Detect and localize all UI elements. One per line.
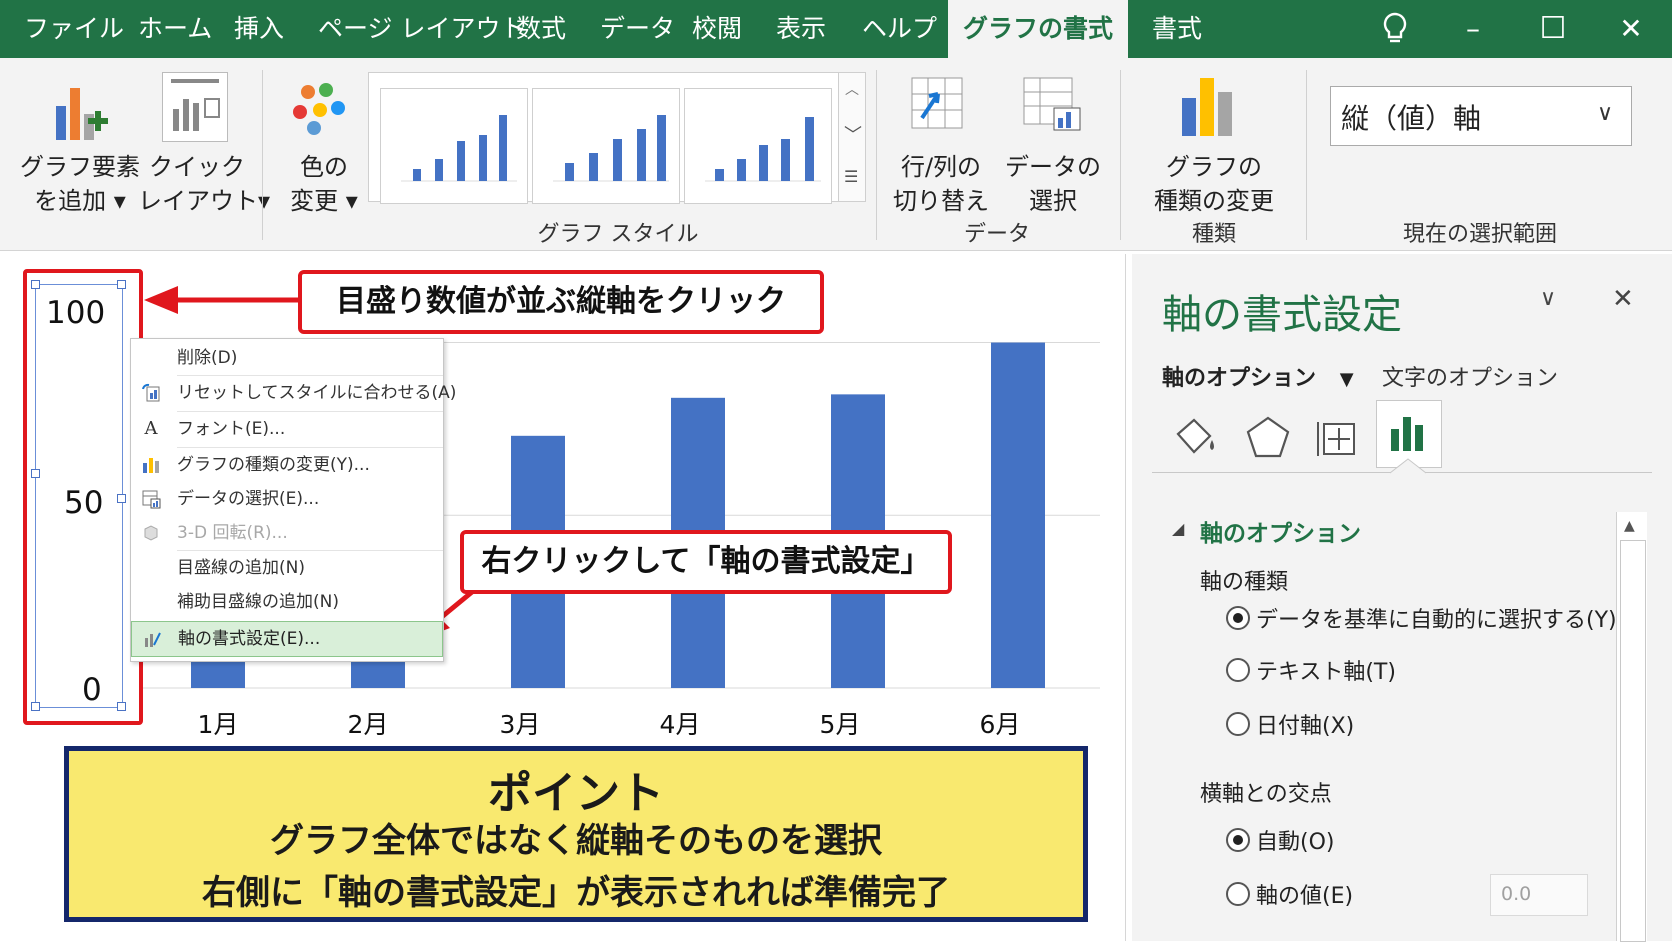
- menu-item-delete[interactable]: 削除(D): [131, 341, 443, 375]
- fill-line-icon[interactable]: [1170, 412, 1222, 464]
- caret-down-icon: ▼: [1339, 369, 1354, 390]
- callout-click-axis: 目盛り数値が並ぶ縦軸をクリック: [298, 270, 824, 334]
- current-selection-value: 縦（値）軸: [1341, 102, 1482, 135]
- chevron-down-icon[interactable]: ∨: [1597, 101, 1613, 126]
- cross-label: 横軸との交点: [1200, 782, 1332, 807]
- tab-axis-options-label: 軸のオプション: [1162, 366, 1317, 391]
- change-chart-type-label-1: グラフの: [1166, 153, 1262, 181]
- menu-item-label: 目盛線の追加(N): [177, 558, 305, 578]
- section-axis-options[interactable]: 軸のオプション: [1200, 514, 1361, 548]
- select-data-icon: [141, 489, 161, 509]
- pane-options-chevron-icon[interactable]: ∨: [1540, 286, 1556, 311]
- axis-value-text: 0.0: [1501, 883, 1532, 905]
- radio-cross-value-label: 軸の値(E): [1256, 884, 1354, 909]
- radio-text-axis[interactable]: [1226, 658, 1250, 682]
- radio-auto-axis[interactable]: [1226, 606, 1250, 630]
- radio-date-axis-label: 日付軸(X): [1256, 714, 1355, 739]
- close-window-button[interactable]: ✕: [1606, 0, 1656, 58]
- change-chart-type-icon[interactable]: [1178, 74, 1238, 138]
- radio-auto-axis-label: データを基準に自動的に選択する(Y): [1256, 608, 1617, 633]
- close-pane-icon[interactable]: ✕: [1612, 284, 1634, 314]
- format-axis-pane: 軸の書式設定 ∨ ✕ 軸のオプション ▼ 文字のオプション ◢ 軸のオプション …: [1132, 254, 1672, 942]
- menu-item-label: 補助目盛線の追加(N): [177, 592, 339, 612]
- maximize-button[interactable]: ☐: [1528, 0, 1578, 58]
- reset-style-icon: [141, 383, 161, 403]
- menu-item-font[interactable]: A フォント(E)...: [131, 412, 443, 446]
- menu-item-add-gridlines[interactable]: 目盛線の追加(N): [131, 551, 443, 585]
- rotate-3d-icon: [141, 523, 161, 543]
- menu-item-format-axis[interactable]: 軸の書式設定(E)...: [131, 621, 443, 657]
- tab-text-options[interactable]: 文字のオプション: [1382, 360, 1558, 392]
- scroll-thumb[interactable]: [1620, 540, 1646, 942]
- pane-title: 軸の書式設定: [1162, 292, 1402, 338]
- group-label-current-selection: 現在の選択範囲: [1402, 222, 1557, 247]
- change-chart-type-label-2: 種類の変更: [1154, 187, 1274, 215]
- size-properties-icon[interactable]: [1312, 412, 1364, 464]
- lightbulb-icon[interactable]: [1370, 0, 1420, 58]
- context-menu: 削除(D) リセットしてスタイルに合わせる(A) A フォント(E)... グラ…: [130, 338, 456, 662]
- effects-pentagon-icon[interactable]: [1242, 412, 1294, 464]
- pane-scrollbar[interactable]: ▲: [1616, 512, 1647, 942]
- radio-text-axis-label: テキスト軸(T): [1256, 660, 1396, 685]
- axis-type-label: 軸の種類: [1200, 570, 1289, 595]
- point-line-2: 右側に「軸の書式設定」が表示されれば準備完了: [202, 873, 950, 913]
- menu-item-label: フォント(E)...: [177, 419, 286, 439]
- radio-date-axis[interactable]: [1226, 712, 1250, 736]
- tab-axis-options[interactable]: 軸のオプション ▼: [1162, 360, 1354, 392]
- change-chart-type-button[interactable]: グラフの 種類の変更: [1140, 150, 1288, 218]
- group-label-type: 種類: [1191, 222, 1236, 247]
- menu-item-label: リセットしてスタイルに合わせる(A): [177, 383, 457, 403]
- point-line-1: グラフ全体ではなく縦軸そのものを選択: [270, 821, 882, 861]
- menu-item-label: 削除(D): [177, 348, 238, 368]
- current-selection-dropdown[interactable]: 縦（値）軸 ∨: [1330, 86, 1632, 146]
- point-note-box: ポイント グラフ全体ではなく縦軸そのものを選択 右側に「軸の書式設定」が表示され…: [64, 746, 1088, 922]
- callout-right-click: 右クリックして「軸の書式設定」: [460, 530, 952, 594]
- menu-item-reset-style[interactable]: リセットしてスタイルに合わせる(A): [131, 376, 456, 410]
- menu-item-3d-rotation: 3-D 回転(R)...: [131, 516, 443, 550]
- menu-item-label: グラフの種類の変更(Y)...: [177, 455, 370, 475]
- radio-cross-value[interactable]: [1226, 882, 1250, 906]
- menu-item-add-minor-gridlines[interactable]: 補助目盛線の追加(N): [131, 585, 443, 619]
- collapse-triangle-icon[interactable]: ◢: [1172, 519, 1184, 538]
- format-axis-icon: [142, 629, 162, 649]
- font-icon: A: [144, 418, 158, 439]
- menu-item-change-chart-type[interactable]: グラフの種類の変更(Y)...: [131, 448, 443, 482]
- chart-type-icon: [141, 455, 161, 475]
- tab-format[interactable]: 書式: [1152, 0, 1202, 58]
- point-title: ポイント: [488, 768, 664, 819]
- minimize-button[interactable]: –: [1448, 0, 1498, 58]
- menu-item-label: データの選択(E)...: [177, 489, 320, 509]
- menu-item-label: 3-D 回転(R)...: [177, 523, 288, 543]
- radio-cross-auto-label: 自動(O): [1256, 830, 1335, 855]
- menu-item-label: 軸の書式設定(E)...: [178, 629, 321, 649]
- scroll-up-icon[interactable]: ▲: [1624, 518, 1635, 534]
- ribbon-separator: [1306, 70, 1307, 240]
- radio-cross-auto[interactable]: [1226, 828, 1250, 852]
- axis-value-input[interactable]: 0.0: [1490, 874, 1588, 916]
- tab-pointer: [1390, 458, 1426, 474]
- menu-item-select-data[interactable]: データの選択(E)...: [131, 482, 443, 516]
